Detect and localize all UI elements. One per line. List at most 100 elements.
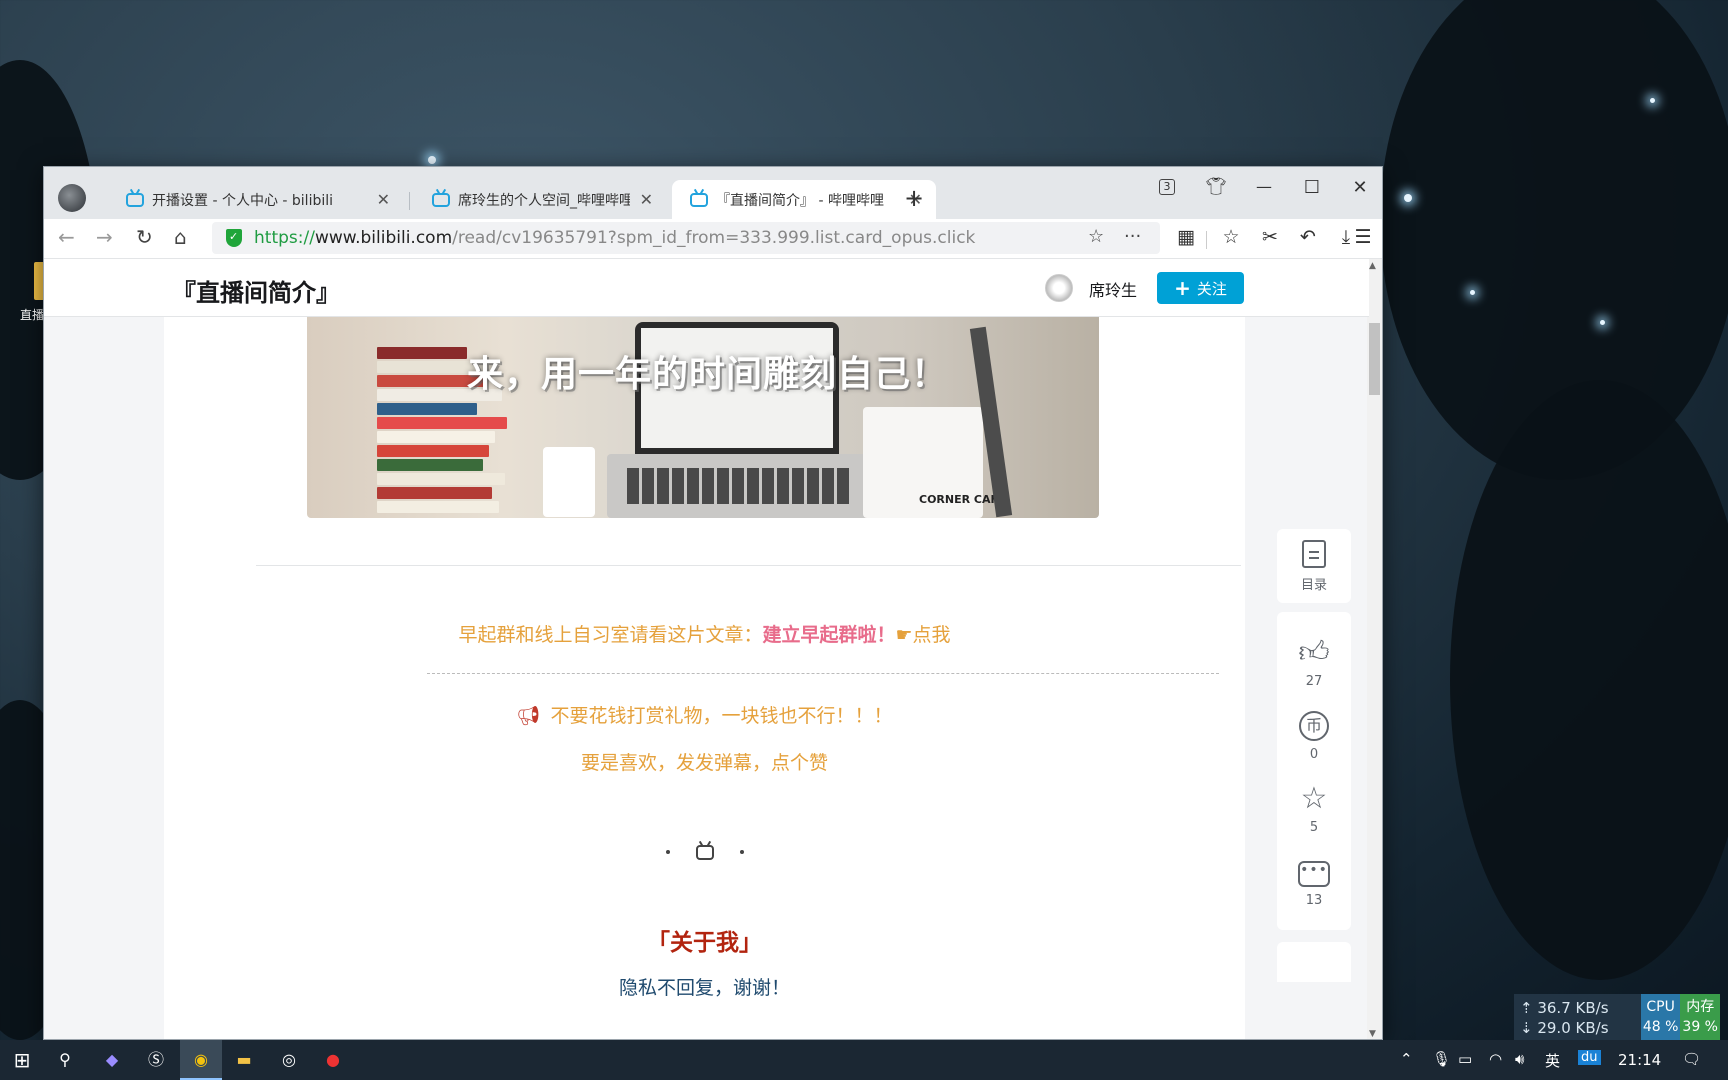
tab-title: 『直播间简介』 - 哔哩哔哩 xyxy=(716,192,884,209)
author-avatar[interactable] xyxy=(1045,274,1073,302)
early-riser-link[interactable]: 建立早起群啦！ xyxy=(762,624,895,646)
desktop-icon-label: 直播 xyxy=(19,308,44,322)
scroll-down-arrow[interactable]: ▼ xyxy=(1369,1029,1376,1039)
toc-button[interactable]: 目录 xyxy=(1277,529,1351,603)
recorder-app-icon[interactable]: ● xyxy=(322,1049,344,1071)
tab-title: 席玲生的个人空间_哔哩哔哩_b xyxy=(458,192,630,209)
privacy-note: 隐私不回复，谢谢！ xyxy=(618,977,790,999)
keyboard xyxy=(607,454,869,518)
tab-live-intro[interactable]: 『直播间简介』 - 哔哩哔哩 ✕ xyxy=(672,180,936,219)
about-heading: 「关于我」 xyxy=(647,930,762,956)
bilibili-tv-icon xyxy=(126,192,144,207)
cpu-meter: CPU 48 % xyxy=(1640,994,1681,1040)
forward-button[interactable]: → xyxy=(96,225,113,249)
no-gift-line: 📢︎ 不要花钱打赏礼物，一块钱也不行！！！ xyxy=(516,705,893,727)
tray-expand-icon[interactable]: ⌃ xyxy=(1400,1050,1413,1068)
undo-icon[interactable]: ↶ xyxy=(1296,226,1320,248)
download-arrow-icon: ⇣ xyxy=(1520,1019,1538,1037)
banner-slogan: 来，用一年的时间雕刻自己！ xyxy=(467,354,949,395)
article-body: CORNER CAFE 来，用一年的时间雕刻自己！ 早起群和线上自习室请看这片文… xyxy=(164,317,1245,1039)
home-button[interactable]: ⌂ xyxy=(174,225,187,249)
du-app-icon[interactable]: du xyxy=(1578,1050,1601,1065)
crystal-app-icon[interactable]: ◆ xyxy=(101,1049,123,1071)
page-scrollbar[interactable]: ▲ ▼ xyxy=(1367,259,1382,1039)
comment-bubble-icon: ••• xyxy=(1298,861,1330,887)
tab-count-button[interactable]: 3 xyxy=(1152,177,1182,197)
toc-label: 目录 xyxy=(1300,577,1327,593)
bilibili-tv-icon xyxy=(695,844,714,860)
obs-app-icon[interactable]: ◎ xyxy=(278,1049,300,1071)
file-explorer-icon[interactable]: ▬ xyxy=(233,1049,255,1071)
new-tab-button[interactable]: + xyxy=(904,184,924,212)
banner-image: CORNER CAFE 来，用一年的时间雕刻自己！ xyxy=(307,317,1099,518)
more-action-button[interactable] xyxy=(1277,942,1351,982)
click-me-link[interactable]: 点我 xyxy=(913,624,951,646)
s-app-icon[interactable]: Ⓢ xyxy=(145,1049,167,1071)
favorites-list-icon[interactable]: ☆ xyxy=(1219,226,1243,248)
maximize-button[interactable]: ☐ xyxy=(1297,177,1327,198)
close-tab-icon[interactable]: ✕ xyxy=(377,190,390,209)
coin-icon: 币 xyxy=(1299,711,1329,741)
bookmark-star-icon[interactable]: ☆ xyxy=(1088,226,1104,247)
apps-grid-icon[interactable]: ▦ xyxy=(1174,226,1198,248)
bilibili-tv-icon xyxy=(690,192,708,207)
author-name[interactable]: 席玲生 xyxy=(1089,277,1137,301)
early-riser-line: 早起群和线上自习室请看这片文章：建立早起群啦！☛点我 xyxy=(458,624,951,646)
comment-button[interactable]: ••• 13 xyxy=(1298,861,1330,908)
address-toolbar: ← → ↻ ⌂ https://www.bilibili.com/read/cv… xyxy=(44,219,1382,259)
taskbar: ⊞ ⚲ ◆ Ⓢ ◉ ▬ ◎ ● ⌃ 🎙︎ ▭ ◠ 🔊︎ 英 du 21:14 🗨… xyxy=(0,1040,1728,1080)
memory-meter: 内存 39 % xyxy=(1680,994,1720,1040)
browser-window: 开播设置 - 个人中心 - bilibili ✕ 席玲生的个人空间_哔哩哔哩_b… xyxy=(43,166,1383,1040)
action-panel: 👍︎ 27 币 0 ☆ 5 ••• 13 xyxy=(1277,612,1351,930)
menu-hamburger-icon[interactable]: ☰ xyxy=(1351,226,1375,248)
star-icon: ☆ xyxy=(1300,781,1328,816)
address-bar[interactable]: https://www.bilibili.com/read/cv19635791… xyxy=(212,222,1160,254)
notification-center-icon[interactable]: 🗨︎ xyxy=(1682,1050,1701,1068)
browser-app-icon[interactable]: ◉ xyxy=(190,1049,212,1071)
reload-button[interactable]: ↻ xyxy=(136,225,153,249)
article-title: 『直播间简介』 xyxy=(172,279,340,307)
star xyxy=(1404,194,1412,202)
star xyxy=(1650,98,1655,103)
close-window-button[interactable]: ✕ xyxy=(1345,177,1375,198)
input-method-indicator[interactable]: 英 xyxy=(1545,1050,1560,1071)
star xyxy=(1600,320,1605,325)
coin-button[interactable]: 币 0 xyxy=(1299,711,1329,762)
divider-line xyxy=(256,565,1241,566)
more-options-icon[interactable]: ··· xyxy=(1124,226,1141,247)
tab-count-badge: 3 xyxy=(1159,179,1175,195)
screenshot-scissors-icon[interactable]: ✂ xyxy=(1258,226,1282,248)
search-icon[interactable]: ⚲ xyxy=(54,1049,76,1071)
bilibili-tv-icon xyxy=(432,192,450,207)
dashed-divider xyxy=(427,673,1219,674)
tab-user-space[interactable]: 席玲生的个人空间_哔哩哔哩_b ✕ xyxy=(414,180,667,219)
upload-speed: 36.7 KB/s xyxy=(1537,999,1609,1017)
profile-avatar[interactable] xyxy=(58,184,86,212)
pen-holder xyxy=(543,447,595,517)
desktop-folder-icon[interactable]: 直播 xyxy=(18,262,56,323)
close-tab-icon[interactable]: ✕ xyxy=(640,190,653,209)
windows-start-icon[interactable]: ⊞ xyxy=(11,1049,33,1071)
taskbar-clock[interactable]: 21:14 xyxy=(1618,1051,1661,1069)
favorite-button[interactable]: ☆ 5 xyxy=(1300,781,1328,836)
wifi-icon[interactable]: ◠ xyxy=(1489,1050,1502,1068)
microphone-icon[interactable]: 🎙︎ xyxy=(1432,1050,1451,1068)
back-button[interactable]: ← xyxy=(58,225,75,249)
scrollbar-thumb[interactable] xyxy=(1369,323,1380,395)
thumbs-up-icon: 👍︎ xyxy=(1298,635,1330,670)
follow-label: 关注 xyxy=(1196,279,1227,298)
volume-icon[interactable]: 🔊︎ xyxy=(1515,1050,1524,1068)
star xyxy=(1470,290,1475,295)
tab-live-settings[interactable]: 开播设置 - 个人中心 - bilibili ✕ xyxy=(108,180,404,219)
battery-icon[interactable]: ▭ xyxy=(1458,1050,1472,1068)
minimize-button[interactable]: — xyxy=(1249,177,1279,196)
tab-bar: 开播设置 - 个人中心 - bilibili ✕ 席玲生的个人空间_哔哩哔哩_b… xyxy=(44,167,1382,219)
download-speed: 29.0 KB/s xyxy=(1537,1019,1609,1037)
tab-separator xyxy=(409,192,410,210)
skin-shirt-icon[interactable]: 👕︎ xyxy=(1201,177,1231,197)
like-button[interactable]: 👍︎ 27 xyxy=(1298,635,1330,690)
follow-button[interactable]: + 关注 xyxy=(1157,272,1244,304)
star xyxy=(428,156,436,164)
scroll-up-arrow[interactable]: ▲ xyxy=(1369,261,1376,271)
url-text[interactable]: https://www.bilibili.com/read/cv19635791… xyxy=(254,228,975,248)
